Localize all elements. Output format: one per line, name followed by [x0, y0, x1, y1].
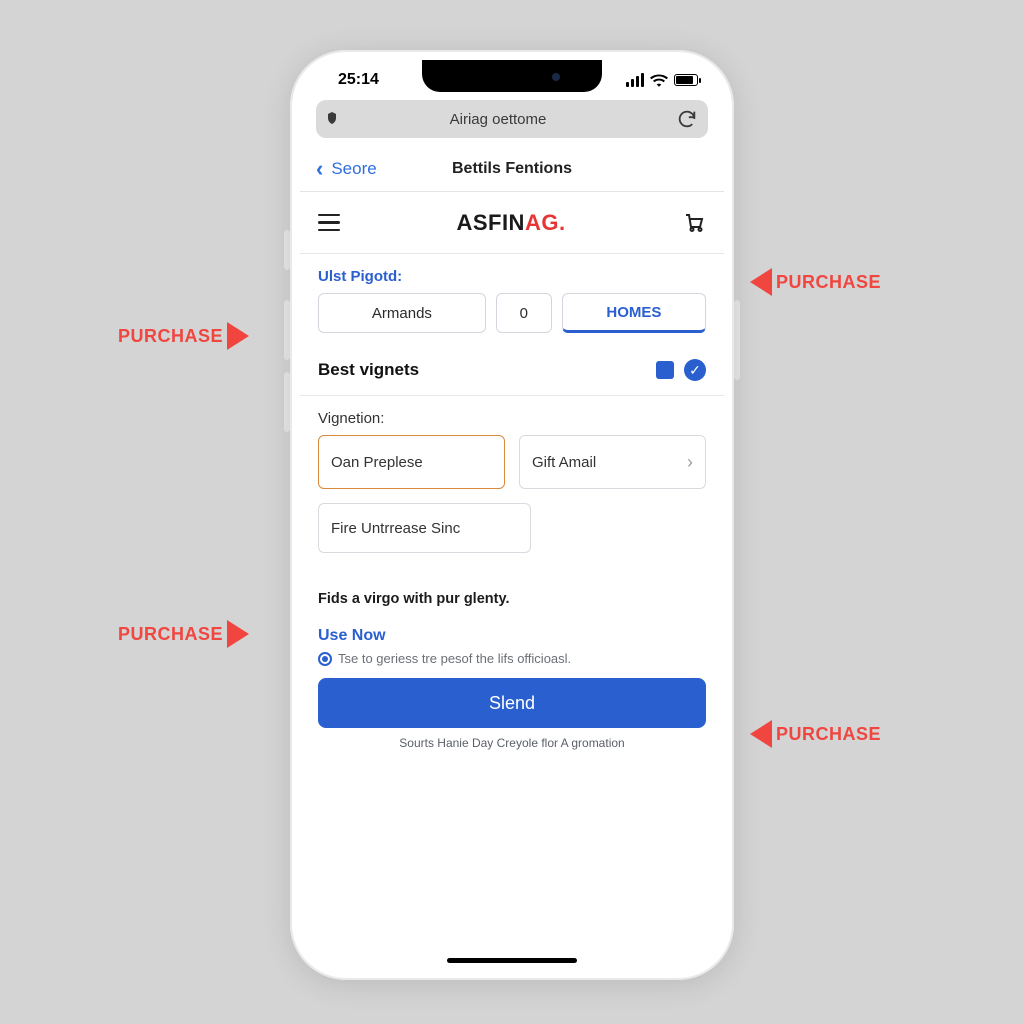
cart-icon[interactable]: [682, 211, 706, 235]
brand-part2: AG: [525, 210, 559, 235]
arrow-right-icon: [227, 322, 249, 350]
url-text: Airiag oettome: [328, 111, 668, 128]
back-chevron-icon[interactable]: ‹: [316, 156, 323, 182]
use-now-title[interactable]: Use Now: [300, 625, 724, 647]
browser-url-bar[interactable]: Airiag oettome: [316, 100, 708, 138]
option-gift-amail[interactable]: Gift Amail ›: [519, 435, 706, 489]
callout-label: PURCHASE: [118, 624, 223, 645]
battery-icon: [674, 74, 698, 86]
option-gift-amail-label: Gift Amail: [532, 454, 596, 471]
app-header: ASFINAG.: [300, 192, 724, 254]
callout-purchase-1: PURCHASE: [118, 322, 249, 350]
notch: [422, 60, 602, 92]
best-vignets-row: Best vignets ✓: [300, 345, 724, 396]
arrow-left-icon: [750, 268, 772, 296]
footer-text: Sourts Hanie Day Creyole flor A gromatio…: [300, 728, 724, 750]
segmented-control: Armands 0 HOMES: [300, 293, 724, 345]
page-nav: ‹ Seore Bettils Fentions: [300, 146, 724, 192]
arrow-left-icon: [750, 720, 772, 748]
section-label: Ulst Pigotd:: [300, 254, 724, 293]
screen: 25:14 Airiag oettome ‹ Seore Bettils Fen…: [300, 60, 724, 970]
callout-purchase-4: PURCHASE: [750, 720, 881, 748]
menu-icon[interactable]: [318, 214, 340, 232]
content: Ulst Pigotd: Armands 0 HOMES Best vignet…: [300, 254, 724, 970]
brand-dot: .: [559, 210, 566, 235]
vignetion-label: Vignetion:: [300, 396, 724, 435]
back-button[interactable]: Seore: [331, 159, 376, 179]
phone-frame: 25:14 Airiag oettome ‹ Seore Bettils Fen…: [290, 50, 734, 980]
segment-armands[interactable]: Armands: [318, 293, 486, 333]
option-oan-preplese[interactable]: Oan Preplese: [318, 435, 505, 489]
segment-homes[interactable]: HOMES: [562, 293, 706, 333]
use-now-option[interactable]: Tse to geriess tre pesof the lifs offici…: [300, 647, 724, 678]
callout-label: PURCHASE: [776, 272, 881, 293]
brand-part1: ASFIN: [456, 210, 525, 235]
arrow-right-icon: [227, 620, 249, 648]
reload-icon[interactable]: [676, 108, 698, 130]
option-fire-untrrease[interactable]: Fire Untrrease Sinc: [318, 503, 531, 553]
radio-selected-icon: [318, 652, 332, 666]
hint-text: Fids a virgo with pur glenty.: [300, 583, 724, 625]
phone-power-button: [734, 300, 740, 380]
home-indicator[interactable]: [447, 958, 577, 963]
checkmark-circle-icon[interactable]: ✓: [684, 359, 706, 381]
segment-count[interactable]: 0: [496, 293, 552, 333]
wifi-icon: [650, 73, 668, 87]
brand-logo[interactable]: ASFINAG.: [456, 210, 565, 236]
callout-purchase-2: PURCHASE: [750, 268, 881, 296]
submit-button[interactable]: Slend: [318, 678, 706, 728]
best-vignets-title: Best vignets: [318, 360, 419, 380]
callout-label: PURCHASE: [776, 724, 881, 745]
callout-label: PURCHASE: [118, 326, 223, 347]
use-now-subtext: Tse to geriess tre pesof the lifs offici…: [338, 651, 571, 666]
status-time: 25:14: [338, 71, 379, 89]
chevron-right-icon: ›: [687, 452, 693, 473]
callout-purchase-3: PURCHASE: [118, 620, 249, 648]
checkbox-square-icon[interactable]: [656, 361, 674, 379]
signal-icon: [626, 73, 644, 87]
